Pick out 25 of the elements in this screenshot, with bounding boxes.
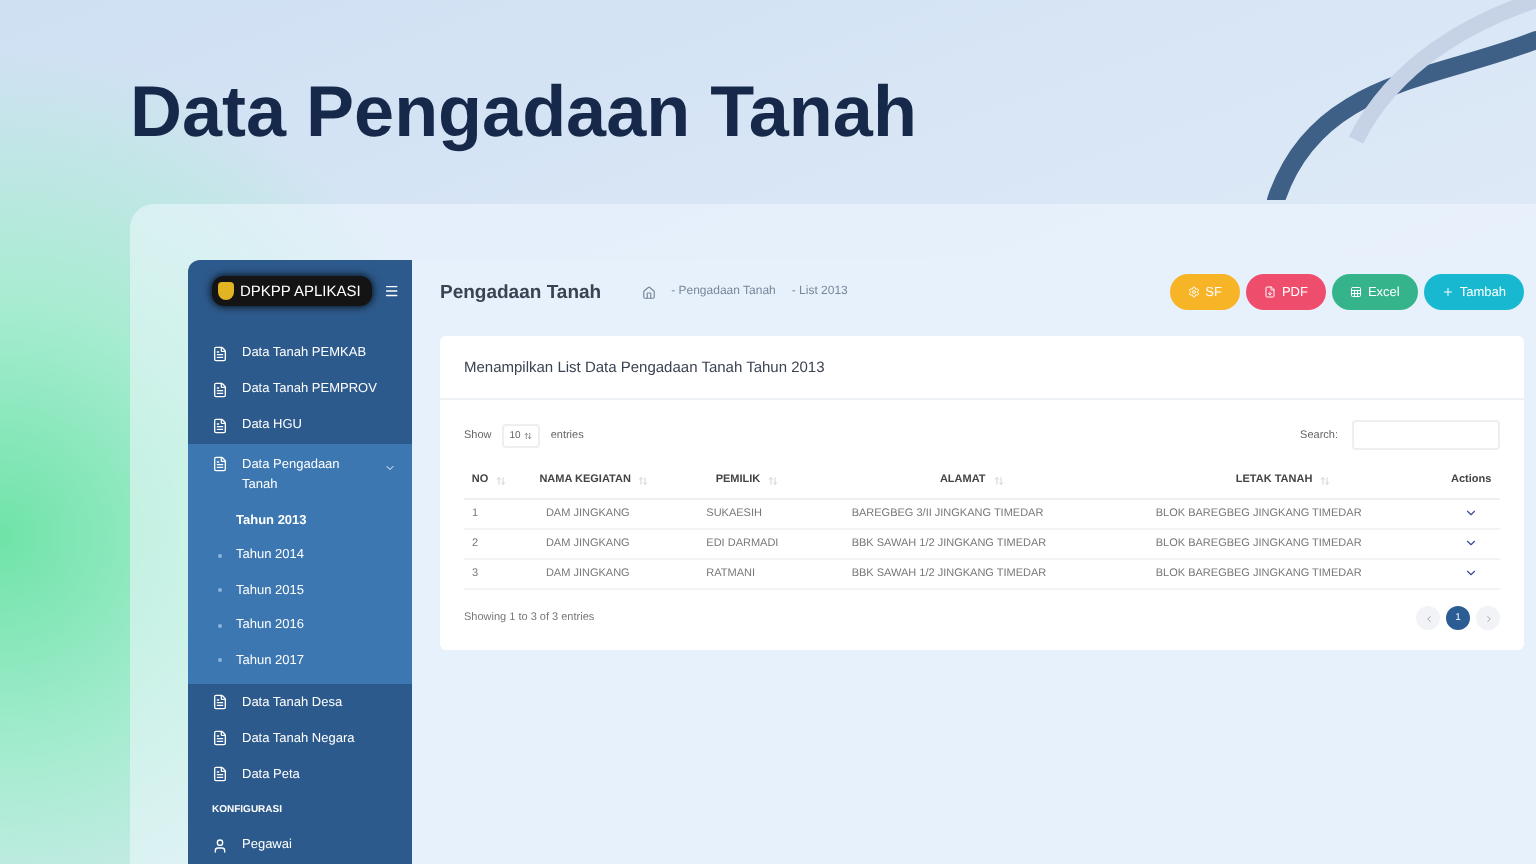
chevron-icon[interactable] [1464,535,1479,549]
sort-icon[interactable] [993,475,1004,485]
home-icon[interactable] [641,285,656,299]
page-headline: Data Pengadaan Tanah [130,68,919,156]
document-icon [212,766,228,783]
document-icon [212,417,228,434]
chevron-icon[interactable] [1464,505,1479,519]
previous-page-button[interactable] [1416,606,1440,630]
chevron-left-icon [1423,613,1433,623]
page-title: Pengadaan Tanah [440,281,602,303]
document-icon [212,381,228,398]
user-icon [212,837,228,854]
chevron-icon[interactable] [1464,565,1479,579]
next-page-button[interactable] [1476,606,1500,630]
sort-icon[interactable] [768,475,779,485]
document-icon [212,345,228,362]
sort-icon[interactable] [1320,475,1331,485]
document-icon [212,455,228,472]
sort-arrows-icon [524,431,533,439]
chevron-right-icon [1483,613,1493,623]
chevron-icon [384,461,396,474]
document-icon [212,694,228,711]
sort-icon[interactable] [638,475,649,485]
document-icon [212,730,228,747]
sort-icon[interactable] [496,475,507,485]
